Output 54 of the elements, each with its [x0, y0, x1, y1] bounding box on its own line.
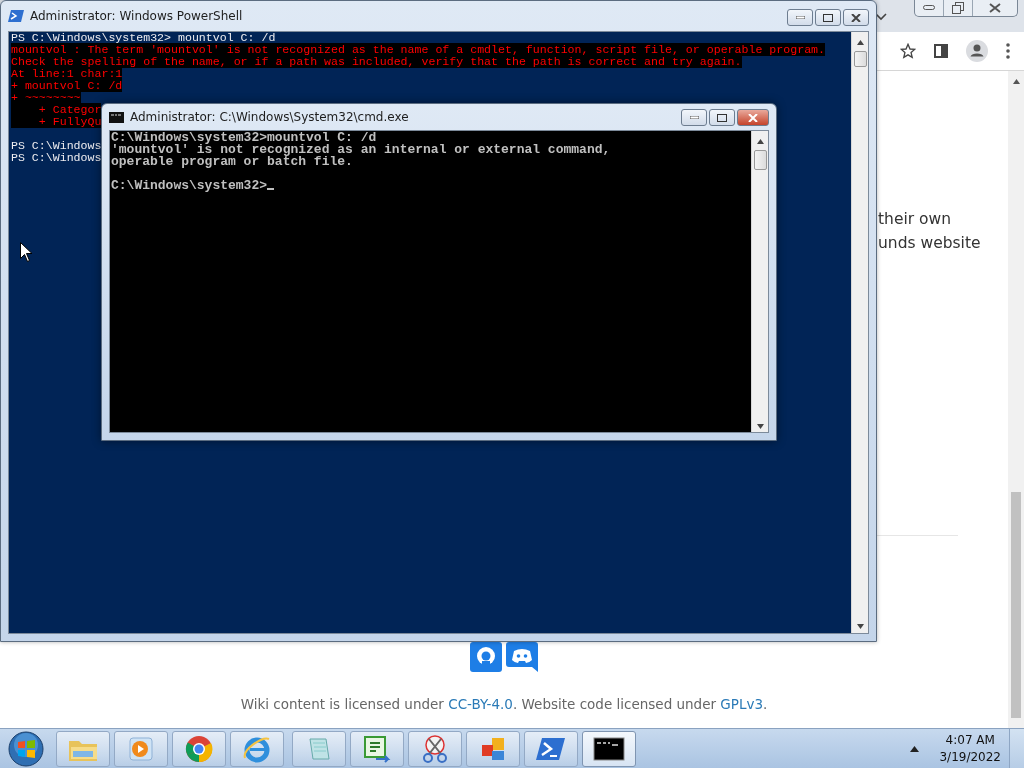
console-line: PS C:\Windows: [11, 151, 102, 164]
scroll-thumb[interactable]: [753, 150, 767, 170]
clock[interactable]: 4:07 AM 3/19/2022: [939, 731, 1001, 766]
console-line: C:\Windows\system32>mountvol C: /d: [111, 131, 377, 145]
minimize-icon: [689, 116, 699, 119]
license-text: Wiki content is licensed under CC-BY-4.0. Website code licensed under GPLv3.: [240, 696, 768, 712]
license-link[interactable]: GPLv3: [720, 696, 764, 712]
scissors-icon: [420, 733, 450, 764]
window-title: Administrator: C:\Windows\System32\cmd.exe: [130, 110, 409, 124]
document-arrow-icon: [362, 734, 392, 763]
tray-arrow-icon[interactable]: [910, 745, 920, 752]
console-line: PS C:\Windows\system32> mountvol C: /d: [11, 32, 276, 44]
close-button[interactable]: [843, 9, 869, 26]
maximize-icon: [717, 113, 727, 122]
menu-icon[interactable]: [1006, 43, 1010, 59]
scrollbar[interactable]: [851, 32, 868, 633]
close-icon: [748, 113, 758, 122]
arrow-up-icon[interactable]: [1012, 79, 1020, 84]
console-line: C:\Windows\system32>: [111, 178, 268, 193]
arrow-down-icon[interactable]: [756, 424, 764, 429]
star-icon[interactable]: [900, 43, 916, 59]
maximize-icon: [823, 13, 833, 22]
arrow-down-icon[interactable]: [856, 624, 864, 629]
close-button[interactable]: [737, 109, 769, 126]
scrollbar[interactable]: [751, 131, 768, 432]
close-icon: [851, 13, 861, 22]
chat-bubble-icon[interactable]: [506, 642, 538, 672]
console-line: PS C:\Windows: [11, 139, 102, 152]
chevron-icon[interactable]: [874, 12, 888, 22]
minimize-icon: [795, 16, 805, 19]
minimize-icon: [923, 5, 935, 11]
circle-logo-icon: [184, 733, 214, 764]
scroll-thumb[interactable]: [853, 51, 867, 67]
profile-icon[interactable]: [966, 40, 988, 62]
prompt-icon: [8, 9, 24, 23]
arrow-up-icon[interactable]: [756, 139, 764, 144]
console-icon: [593, 736, 625, 761]
text-cursor: [267, 188, 275, 190]
minimize-button[interactable]: [681, 109, 707, 126]
paragraph: their own unds website: [878, 209, 981, 254]
console-icon: [109, 111, 124, 123]
side-panel-icon[interactable]: [934, 44, 948, 58]
scroll-thumb[interactable]: [1011, 492, 1021, 718]
taskbar-button[interactable]: [582, 730, 636, 767]
maximize-button[interactable]: [709, 109, 735, 126]
window-title: Administrator: Windows PowerShell: [30, 9, 243, 23]
play-icon: [127, 734, 155, 763]
maximize-button[interactable]: [815, 9, 841, 26]
minimize-button[interactable]: [787, 9, 813, 26]
mouse-pointer-icon: [20, 242, 32, 262]
close-icon: [989, 3, 1001, 13]
arrow-up-icon[interactable]: [856, 40, 864, 45]
scrollbar[interactable]: [1008, 71, 1024, 728]
license-link[interactable]: CC-BY-4.0: [448, 696, 513, 712]
